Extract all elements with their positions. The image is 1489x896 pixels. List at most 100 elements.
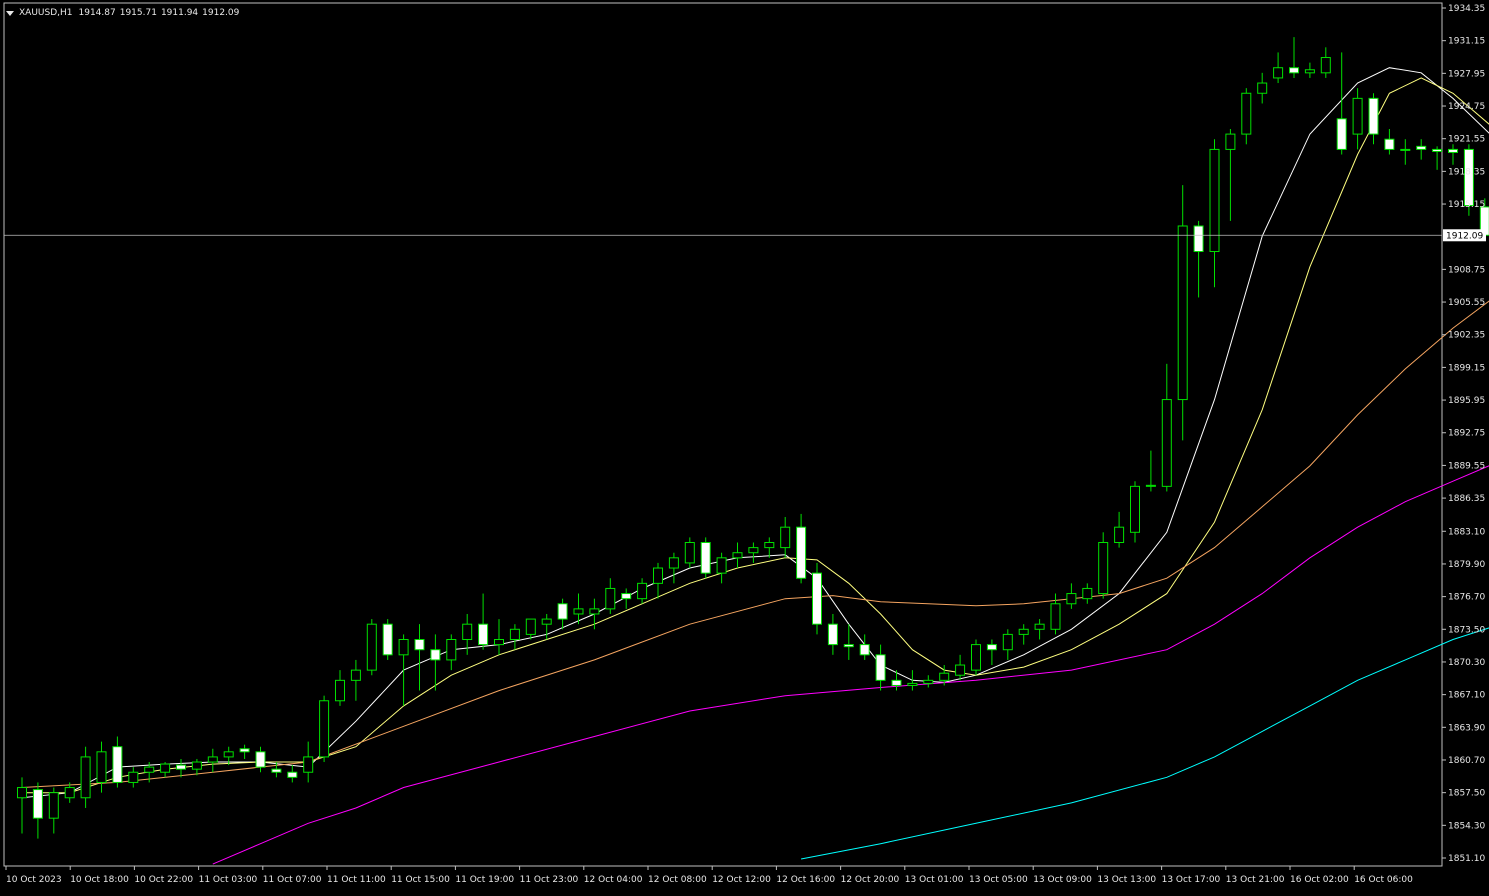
candle (97, 742, 106, 793)
candle (1353, 88, 1362, 149)
candle (1449, 144, 1458, 164)
candle-body (510, 629, 519, 639)
chart-canvas[interactable]: 1912.09 1934.351931.151927.951924.751921… (0, 0, 1489, 892)
candle-body (1337, 119, 1346, 150)
candle-body (272, 769, 281, 772)
y-tick-label: 1879.90 (1448, 560, 1485, 570)
candle-body (924, 680, 933, 683)
y-tick-label: 1934.35 (1448, 4, 1485, 14)
candle-body (1321, 58, 1330, 73)
candle (431, 634, 440, 690)
x-tick-label: 13 Oct 09:00 (1033, 875, 1092, 885)
candle (542, 614, 551, 640)
y-tick-label: 1867.10 (1448, 691, 1485, 701)
candle (1146, 451, 1155, 492)
candle (415, 624, 424, 690)
candle (288, 765, 297, 782)
candle-body (447, 640, 456, 660)
candle-body (1401, 149, 1410, 150)
candle-body (590, 609, 599, 614)
dropdown-triangle-icon[interactable] (6, 11, 14, 16)
candle (383, 619, 392, 660)
y-tick-label: 1918.35 (1448, 167, 1485, 177)
y-tick-label: 1905.55 (1448, 298, 1485, 308)
candle (510, 624, 519, 650)
candle (1178, 185, 1187, 440)
candle-body (1369, 98, 1378, 134)
x-tick-label: 12 Oct 16:00 (776, 875, 835, 885)
candle (33, 782, 42, 838)
moving-average-line (22, 78, 1489, 793)
chart-header: XAUUSD,H1 1914.87 1915.71 1911.94 1912.0… (6, 6, 243, 20)
x-tick-label: 12 Oct 20:00 (841, 875, 900, 885)
candle-body (828, 624, 837, 644)
candle-body (892, 680, 901, 685)
candle-body (1258, 83, 1267, 93)
candle-body (972, 645, 981, 671)
candle-body (1003, 634, 1012, 649)
candle-body (844, 645, 853, 647)
candle (669, 553, 678, 584)
candle-body (1067, 594, 1076, 604)
candle (924, 675, 933, 687)
candle-body (1433, 149, 1442, 151)
candle (765, 537, 774, 557)
candle (717, 553, 726, 584)
symbol-label: XAUUSD,H1 (19, 8, 73, 18)
candle-body (781, 527, 790, 547)
candle-body (1226, 134, 1235, 149)
candle-body (161, 764, 170, 772)
candle (654, 563, 663, 599)
y-tick-label: 1857.50 (1448, 789, 1485, 799)
candle-body (65, 788, 74, 798)
candle-body (956, 665, 965, 675)
candle (1099, 532, 1108, 598)
current-price-label: 1912.09 (1446, 231, 1483, 241)
candle (1003, 629, 1012, 660)
y-tick-label: 1921.55 (1448, 135, 1485, 145)
candle-body (97, 752, 106, 783)
candle (1035, 619, 1044, 639)
y-tick-label: 1895.95 (1448, 396, 1485, 406)
candle-body (987, 645, 996, 650)
time-axis: 10 Oct 202310 Oct 18:0010 Oct 22:0011 Oc… (6, 866, 1413, 885)
open-price: 1914.87 (79, 8, 116, 18)
x-tick-label: 13 Oct 05:00 (969, 875, 1028, 885)
candle-body (669, 558, 678, 568)
candle (1115, 512, 1124, 548)
candle-body (574, 609, 583, 614)
candle (622, 588, 631, 608)
candle (638, 578, 647, 604)
candle-body (304, 757, 313, 772)
candle-body (113, 747, 122, 783)
candle (1162, 364, 1171, 492)
y-tick-label: 1886.35 (1448, 494, 1485, 504)
y-tick-label: 1915.15 (1448, 200, 1485, 210)
candle-body (49, 793, 58, 819)
candle-body (717, 558, 726, 573)
moving-average-line (22, 68, 1489, 798)
candle-body (1385, 139, 1394, 149)
candle-body (1019, 629, 1028, 634)
candle (129, 767, 138, 787)
candle-body (1035, 624, 1044, 629)
price-chart[interactable]: XAUUSD,H1 1914.87 1915.71 1911.94 1912.0… (0, 0, 1489, 892)
candle (177, 759, 186, 777)
candle-body (1353, 98, 1362, 134)
candle-body (1305, 70, 1314, 73)
candle-body (813, 573, 822, 624)
plot-border (4, 3, 1442, 866)
candle-body (240, 749, 249, 752)
candle (1305, 63, 1314, 78)
x-tick-label: 11 Oct 23:00 (520, 875, 579, 885)
candle (828, 614, 837, 655)
y-tick-label: 1892.75 (1448, 429, 1485, 439)
candle-body (479, 624, 488, 644)
candle-body (558, 604, 567, 619)
candle-body (622, 594, 631, 599)
price-axis: 1934.351931.151927.951924.751921.551918.… (1442, 4, 1485, 864)
y-tick-label: 1851.10 (1448, 854, 1485, 864)
candle (1210, 139, 1219, 287)
candle (1290, 37, 1299, 78)
candle-body (908, 683, 917, 685)
